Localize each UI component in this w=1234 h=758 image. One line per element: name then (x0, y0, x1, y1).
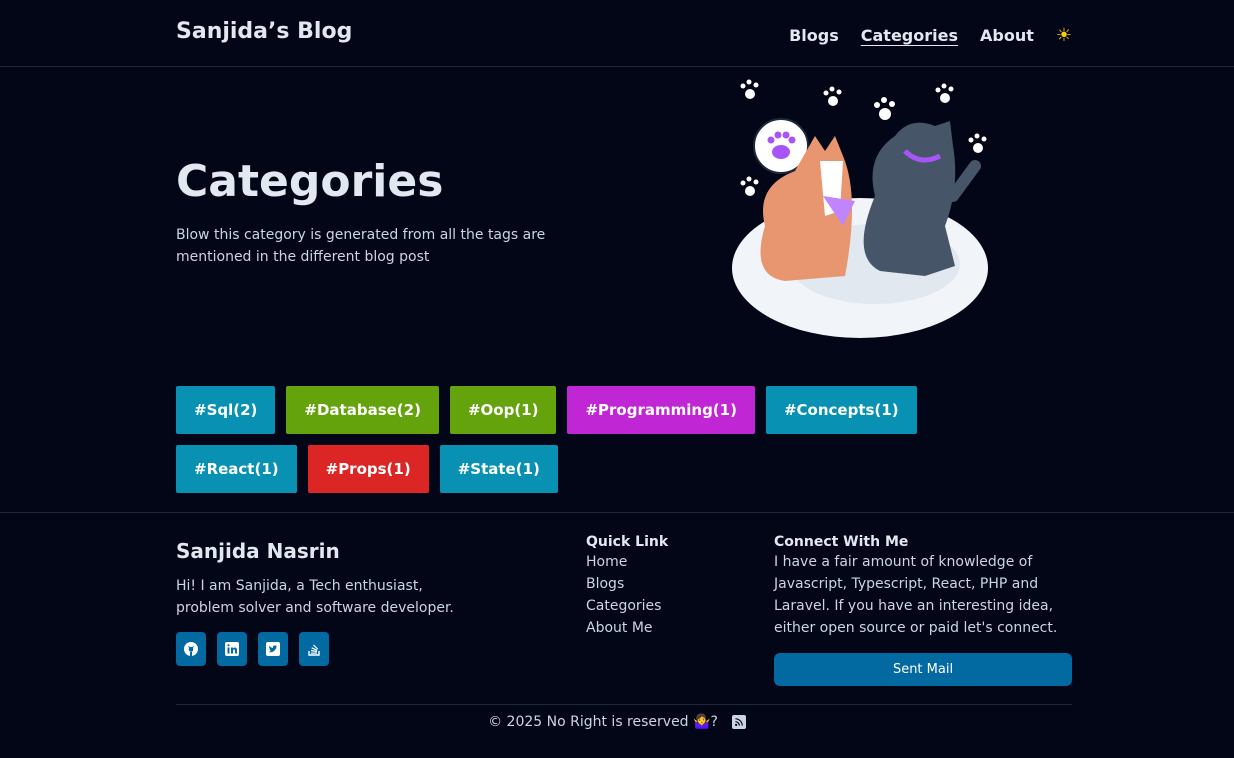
footer-author-name: Sanjida Nasrin (176, 539, 340, 563)
copyright-bar: © 2025 No Right is reserved 🤷‍♀️? (0, 714, 1234, 730)
footer-divider (176, 704, 1072, 705)
site-header: Sanjida’s Blog Blogs Categories About ☀ (0, 0, 1234, 67)
main-nav: Blogs Categories About ☀ (789, 25, 1072, 46)
quick-links: Quick Link Home Blogs Categories About M… (586, 533, 668, 639)
social-links (176, 632, 329, 666)
page-description: Blow this category is generated from all… (176, 227, 546, 265)
tag-list: #Sql(2) #Database(2) #Oop(1) #Programmin… (176, 386, 1036, 493)
site-logo[interactable]: Sanjida’s Blog (176, 19, 352, 44)
dogs-illustration (732, 79, 988, 338)
copyright-text: © 2025 No Right is reserved 🤷‍♀️? (488, 714, 718, 730)
nav-blogs[interactable]: Blogs (789, 26, 839, 45)
connect-section: Connect With Me I have a fair amount of … (774, 533, 1074, 639)
footer-link-home[interactable]: Home (586, 551, 668, 573)
footer-link-blogs[interactable]: Blogs (586, 573, 668, 595)
connect-title: Connect With Me (774, 534, 909, 550)
connect-text: I have a fair amount of knowledge of Jav… (774, 554, 1058, 636)
tag-concepts[interactable]: #Concepts(1) (765, 386, 917, 434)
nav-about[interactable]: About (980, 26, 1034, 45)
tag-oop[interactable]: #Oop(1) (449, 386, 557, 434)
sun-icon[interactable]: ☀ (1056, 25, 1072, 46)
tag-sql[interactable]: #Sql(2) (176, 386, 276, 434)
tag-database[interactable]: #Database(2) (286, 386, 439, 434)
footer-bio: Hi! I am Sanjida, a Tech enthusiast, pro… (176, 578, 454, 616)
rss-icon[interactable] (731, 715, 746, 729)
tag-react[interactable]: #React(1) (176, 445, 297, 493)
footer-link-about[interactable]: About Me (586, 617, 668, 639)
tag-state[interactable]: #State(1) (439, 445, 558, 493)
tag-programming[interactable]: #Programming(1) (567, 386, 755, 434)
site-footer: Sanjida Nasrin Hi! I am Sanjida, a Tech … (0, 512, 1234, 758)
page-title: Categories (176, 156, 444, 207)
quick-links-title: Quick Link (586, 534, 669, 550)
github-icon[interactable] (176, 632, 206, 666)
linkedin-icon[interactable] (217, 632, 247, 666)
send-mail-button[interactable]: Sent Mail (774, 653, 1072, 686)
tag-props[interactable]: #Props(1) (307, 445, 429, 493)
nav-categories[interactable]: Categories (861, 26, 958, 45)
footer-link-categories[interactable]: Categories (586, 595, 668, 617)
stackoverflow-icon[interactable] (299, 632, 329, 666)
twitter-icon[interactable] (258, 632, 288, 666)
